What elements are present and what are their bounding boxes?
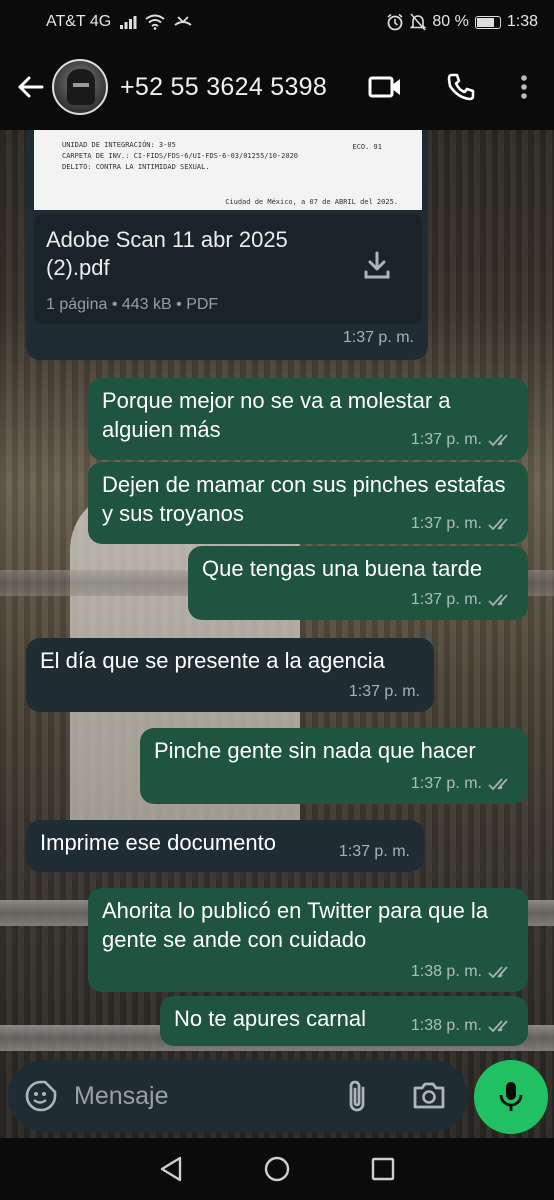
battery-percent: 80 % — [432, 13, 469, 30]
message-bubble[interactable]: Que tengas una buena tarde 1:37 p. m. — [188, 546, 528, 620]
document-info: 1 página • 443 kB • PDF — [46, 296, 219, 313]
message-bubble[interactable]: No te apures carnal 1:38 p. m. — [160, 996, 528, 1046]
message-text: Que tengas una buena tarde — [202, 556, 483, 581]
message-time: 1:37 p. m. — [410, 591, 482, 608]
message-bubble[interactable]: Pinche gente sin nada que hacer 1:37 p. … — [140, 728, 528, 804]
message-time: 1:38 p. m. — [410, 1017, 482, 1034]
message-time: 1:38 p. m. — [410, 963, 482, 980]
microphone-icon — [499, 1082, 523, 1111]
document-preview[interactable]: UNIDAD DE INTEGRACIÓN: 3-05 CARPETA DE I… — [34, 130, 422, 210]
message-bubble[interactable]: Porque mejor no se va a molestar a algui… — [88, 378, 528, 460]
back-arrow-icon — [18, 76, 44, 98]
document-card[interactable]: Adobe Scan 11 abr 2025 (2).pdf 1 página … — [34, 214, 422, 324]
message-time: 1:37 p. m. — [410, 775, 482, 792]
nav-back-icon[interactable] — [158, 1155, 184, 1183]
chat-header: +52 55 3624 5398 — [0, 44, 554, 130]
message-time: 1:37 p. m. — [338, 843, 410, 860]
message-text: El día que se presente a la agencia — [40, 648, 385, 673]
mute-icon — [410, 13, 427, 31]
status-bar: AT&T 4G 80 % 1:38 — [0, 0, 554, 44]
message-text: Pinche gente sin nada que hacer — [154, 738, 476, 763]
chat-area[interactable]: UNIDAD DE INTEGRACIÓN: 3-05 CARPETA DE I… — [0, 130, 554, 1138]
nav-recents-icon[interactable] — [370, 1156, 396, 1182]
status-time: 1:38 — [506, 13, 538, 30]
message-placeholder: Mensaje — [74, 1081, 169, 1110]
message-bubble[interactable]: Imprime ese documento 1:37 p. m. — [26, 820, 424, 872]
message-bubble[interactable]: El día que se presente a la agencia 1:37… — [26, 638, 434, 712]
message-meta: 1:37 p. m. — [343, 323, 414, 352]
sticker-emoji-icon[interactable] — [24, 1079, 58, 1113]
message-time: 1:37 p. m. — [342, 329, 414, 346]
message-time: 1:37 p. m. — [410, 515, 482, 532]
preview-footer: Ciudad de México, a 07 de ABRIL del 2025… — [225, 198, 398, 206]
read-ticks-icon — [488, 517, 508, 530]
alarm-icon — [387, 13, 403, 31]
system-nav-bar — [0, 1138, 554, 1200]
carrier-label: AT&T 4G — [46, 13, 112, 30]
camera-icon[interactable] — [412, 1080, 446, 1110]
document-filename: Adobe Scan 11 abr 2025 (2).pdf — [46, 227, 288, 280]
download-icon[interactable] — [362, 250, 392, 280]
preview-ref: ECO. 91 — [352, 143, 382, 151]
preview-line: DELITO: CONTRA LA INTIMIDAD SEXUAL. — [62, 163, 210, 171]
composer-bar: Mensaje — [0, 1058, 554, 1138]
read-ticks-icon — [488, 433, 508, 446]
wifi-icon — [145, 14, 165, 30]
voice-call-icon[interactable] — [446, 72, 476, 102]
contact-name[interactable]: +52 55 3624 5398 — [120, 73, 327, 102]
message-bubble[interactable]: Ahorita lo publicó en Twitter para que l… — [88, 888, 528, 992]
voice-record-button[interactable] — [474, 1060, 548, 1134]
read-ticks-icon — [488, 1019, 508, 1032]
back-button[interactable] — [8, 75, 52, 99]
message-time: 1:37 p. m. — [410, 431, 482, 448]
message-input[interactable]: Mensaje — [8, 1060, 468, 1132]
more-vert-icon[interactable] — [520, 74, 528, 100]
signal-icon — [120, 16, 137, 29]
missed-call-icon — [174, 16, 192, 26]
contact-avatar[interactable] — [52, 59, 108, 115]
paperclip-icon[interactable] — [344, 1078, 370, 1114]
read-ticks-icon — [488, 777, 508, 790]
message-text: Ahorita lo publicó en Twitter para que l… — [102, 898, 489, 952]
read-ticks-icon — [488, 965, 508, 978]
battery-icon — [474, 15, 501, 29]
read-ticks-icon — [488, 593, 508, 606]
message-bubble[interactable]: Dejen de mamar con sus pinches estafas y… — [88, 462, 528, 544]
video-call-icon[interactable] — [368, 75, 402, 99]
nav-home-icon[interactable] — [263, 1155, 291, 1183]
message-time: 1:37 p. m. — [348, 683, 420, 700]
document-message[interactable]: UNIDAD DE INTEGRACIÓN: 3-05 CARPETA DE I… — [26, 130, 428, 360]
